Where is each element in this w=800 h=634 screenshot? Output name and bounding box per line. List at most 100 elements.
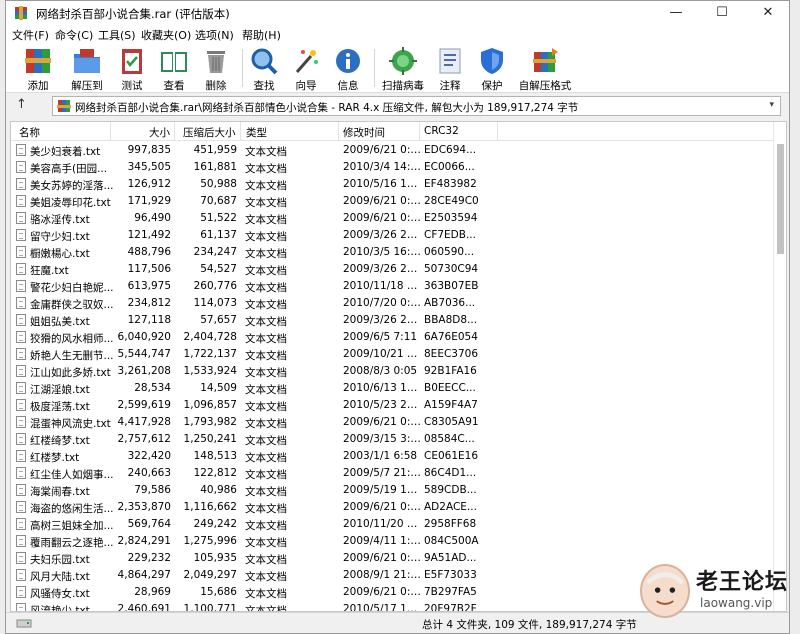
file-name: 江湖淫娘.txt (30, 384, 90, 396)
file-packed-size: 122,812 (193, 467, 237, 479)
file-row[interactable]: 娇艳人生无删节... 5,544,747 1,722,137 文本文档 2009/10/… (11, 346, 786, 363)
menu-tools[interactable]: 工具(S) (98, 27, 136, 43)
view-button[interactable]: 查看 (154, 45, 194, 92)
up-folder-button[interactable]: ↑ (16, 97, 27, 112)
column-divider[interactable] (240, 122, 241, 141)
file-type: 文本文档 (245, 180, 287, 192)
file-list[interactable]: 名称 大小 压缩后大小 类型 修改时间 CRC32 美少妇衰着.txt 997,8… (10, 121, 787, 612)
text-file-icon (16, 399, 26, 411)
file-size: 345,505 (127, 161, 171, 173)
file-row[interactable]: 海棠闹春.txt 79,586 40,986 文本文档 2009/5/19 13... 5… (11, 482, 786, 499)
file-row[interactable]: 警花少妇白艳妮... 613,975 260,776 文本文档 2010/11/18 1… (11, 278, 786, 295)
text-file-icon (16, 212, 26, 224)
file-modified: 2008/8/3 0:05 (343, 365, 418, 377)
col-modified[interactable]: 修改时间 (343, 125, 385, 140)
extract-to-button[interactable]: 解压到 (63, 45, 111, 92)
file-row[interactable]: 覆雨翻云之逐艳... 2,824,291 1,275,996 文本文档 2009/4/1… (11, 533, 786, 550)
file-row[interactable]: 江山如此多娇.txt 3,261,208 1,533,924 文本文档 2008/8/3… (11, 363, 786, 380)
file-row[interactable]: 狡猾的风水相师... 6,040,920 2,404,728 文本文档 2009/6/5… (11, 329, 786, 346)
col-name[interactable]: 名称 (19, 125, 40, 140)
menu-help[interactable]: 帮助(H) (242, 27, 281, 43)
column-divider[interactable] (110, 122, 111, 141)
info-button[interactable]: 信息 (328, 45, 368, 92)
file-row[interactable]: 姐姐弘美.txt 127,118 57,657 文本文档 2009/3/26 23...… (11, 312, 786, 329)
file-name: 红楼绮梦.txt (30, 435, 90, 447)
vertical-scrollbar[interactable] (773, 122, 786, 611)
wizard-wand-icon (295, 50, 318, 73)
path-dropdown-icon[interactable]: ▾ (769, 100, 774, 110)
menu-commands[interactable]: 命令(C) (55, 27, 93, 43)
column-divider[interactable] (338, 122, 339, 141)
file-crc: 28CE49C0 (424, 195, 479, 207)
file-modified: 2009/6/5 7:11 (343, 331, 418, 343)
menu-favorites[interactable]: 收藏夹(O) (141, 27, 191, 43)
file-row[interactable]: 极度淫荡.txt 2,599,619 1,096,857 文本文档 2010/5/23 … (11, 397, 786, 414)
menu-options[interactable]: 选项(N) (195, 27, 234, 43)
close-button[interactable]: ✕ (745, 1, 789, 25)
file-row[interactable]: 骆冰淫传.txt 96,490 51,522 文本文档 2009/6/21 0:11 E2… (11, 210, 786, 227)
file-type: 文本文档 (245, 299, 287, 311)
file-crc: AD2ACE... (424, 501, 477, 513)
file-row[interactable]: 留守少妇.txt 121,492 61,137 文本文档 2009/3/26 23...… (11, 227, 786, 244)
file-name: 江山如此多娇.txt (30, 367, 111, 379)
file-packed-size: 61,137 (200, 229, 237, 241)
col-crc[interactable]: CRC32 (424, 125, 459, 137)
maximize-button[interactable]: ☐ (699, 1, 745, 25)
col-type[interactable]: 类型 (246, 125, 267, 140)
delete-button[interactable]: 删除 (196, 45, 236, 92)
file-modified: 2009/6/21 0:11 (343, 212, 421, 224)
file-row[interactable]: 美容高手(田园... 345,505 161,881 文本文档 2010/3/4 14:… (11, 159, 786, 176)
file-row[interactable]: 江湖淫娘.txt 28,534 14,509 文本文档 2010/6/13 10... B… (11, 380, 786, 397)
test-label: 测试 (121, 80, 143, 92)
text-file-icon (16, 348, 26, 360)
test-clipboard-icon (122, 49, 142, 74)
file-row[interactable]: 海盗的悠闲生活... 2,353,870 1,116,662 文本文档 2009/6/2… (11, 499, 786, 516)
file-row[interactable]: 金庸群侠之驭奴... 234,812 114,073 文本文档 2010/7/20 0:… (11, 295, 786, 312)
file-size: 127,118 (127, 314, 171, 326)
watermark: 老王论坛 laowang.vip (640, 560, 790, 630)
comment-icon (439, 48, 461, 74)
file-type: 文本文档 (245, 435, 287, 447)
menu-file[interactable]: 文件(F) (12, 27, 49, 43)
column-divider[interactable] (497, 122, 498, 141)
sfx-button[interactable]: 自解压格式 (516, 45, 574, 92)
column-divider[interactable] (419, 122, 420, 141)
wizard-button[interactable]: 向导 (286, 45, 326, 92)
text-file-icon (16, 178, 26, 190)
file-row[interactable]: 橱嫩楊心.txt 488,796 234,247 文本文档 2010/3/5 16:54… (11, 244, 786, 261)
scrollbar-thumb[interactable] (777, 144, 784, 254)
file-name: 警花少妇白艳妮... (30, 282, 114, 294)
find-button[interactable]: 查找 (244, 45, 284, 92)
protect-button[interactable]: 保护 (472, 45, 512, 92)
title-bar[interactable]: 网络封杀百部小说合集.rar (评估版本) — ☐ ✕ (6, 1, 789, 25)
view-book-icon (161, 52, 187, 72)
file-size: 28,969 (134, 586, 171, 598)
test-button[interactable]: 测试 (112, 45, 152, 92)
file-row[interactable]: 红尘佳人如烟事... 240,663 122,812 文本文档 2009/5/7 21:… (11, 465, 786, 482)
col-size[interactable]: 大小 (149, 125, 170, 140)
text-file-icon (16, 195, 26, 207)
file-row[interactable]: 美女苏婷的淫落... 126,912 50,988 文本文档 2010/5/16 14.… (11, 176, 786, 193)
file-row[interactable]: 狂魔.txt 117,506 54,527 文本文档 2009/3/26 23... 50… (11, 261, 786, 278)
file-size: 240,663 (127, 467, 171, 479)
file-row[interactable]: 红楼梦.txt 322,420 148,513 文本文档 2003/1/1 6:58 CE… (11, 448, 786, 465)
minimize-button[interactable]: — (653, 1, 699, 25)
column-divider[interactable] (174, 122, 175, 141)
file-crc: 9A51AD... (424, 552, 477, 564)
file-row[interactable]: 红楼绮梦.txt 2,757,612 1,250,241 文本文档 2009/3/15 … (11, 431, 786, 448)
virus-scan-button[interactable]: 扫描病毒 (379, 45, 427, 92)
sfx-icon (533, 48, 558, 72)
file-row[interactable]: 混蛋神风流史.txt 4,417,928 1,793,982 文本文档 2009/6/2… (11, 414, 786, 431)
add-button[interactable]: 添加 (18, 45, 58, 92)
file-modified: 2009/3/15 3:52 (343, 433, 421, 445)
file-modified: 2009/6/21 0:11 (343, 195, 421, 207)
file-type: 文本文档 (245, 197, 287, 209)
path-field[interactable]: 网络封杀百部小说合集.rar\网络封杀百部情色小说合集 - RAR 4.x 压缩… (52, 96, 781, 116)
col-packed[interactable]: 压缩后大小 (183, 125, 236, 140)
file-type: 文本文档 (245, 571, 287, 583)
file-row[interactable]: 美姐凌辱印花.txt 171,929 70,687 文本文档 2009/6/21 0:1… (11, 193, 786, 210)
file-row[interactable]: 美少妇衰着.txt 997,835 451,959 文本文档 2009/6/21 0:1… (11, 142, 786, 159)
file-crc: A159F4A7 (424, 399, 478, 411)
comment-button[interactable]: 注释 (430, 45, 470, 92)
file-row[interactable]: 高树三姐妹全加... 569,764 249,242 文本文档 2010/11/20 3… (11, 516, 786, 533)
